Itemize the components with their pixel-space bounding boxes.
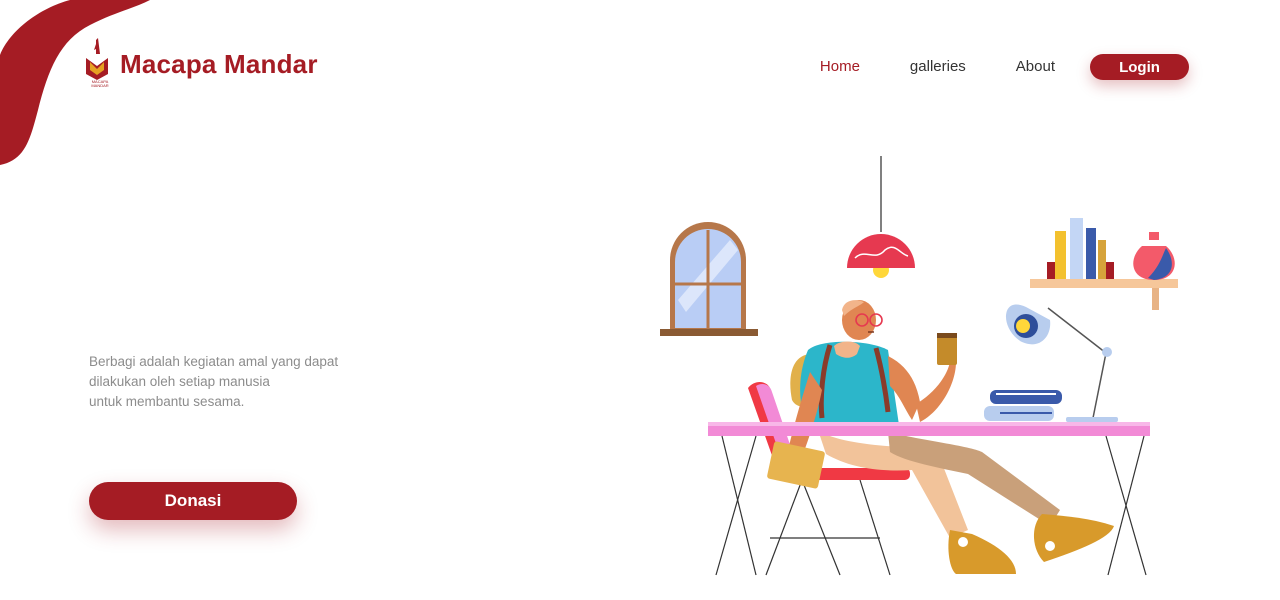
nav-home[interactable]: Home bbox=[820, 54, 860, 80]
hero-line: untuk membantu sesama. bbox=[89, 394, 245, 409]
logo-sub-label: MACAPA MANDAR bbox=[91, 79, 109, 88]
desk-lamp-icon bbox=[1005, 304, 1118, 422]
pendant-lamp-icon bbox=[847, 156, 915, 278]
brand-name: Macapa Mandar bbox=[120, 48, 318, 79]
coffee-cup-icon bbox=[937, 333, 957, 365]
hero-illustration bbox=[660, 156, 1178, 576]
vase-icon bbox=[1133, 232, 1175, 280]
window-icon bbox=[660, 222, 758, 336]
main-nav: Home galleries About Login bbox=[820, 54, 1189, 80]
login-button[interactable]: Login bbox=[1090, 54, 1189, 80]
hero-line: dilakukan oleh setiap manusia bbox=[89, 374, 270, 389]
nav-about[interactable]: About bbox=[1016, 54, 1055, 80]
person-icon bbox=[767, 300, 1114, 574]
nav-galleries[interactable]: galleries bbox=[910, 54, 966, 80]
brand-logo[interactable]: MACAPA MANDAR Macapa Mandar bbox=[84, 36, 318, 92]
logo-icon: MACAPA MANDAR bbox=[84, 36, 110, 92]
hero-line: Berbagi adalah kegiatan amal yang dapat bbox=[89, 354, 339, 369]
hero-description: Berbagi adalah kegiatan amal yang dapat … bbox=[89, 352, 389, 412]
books-icon bbox=[984, 390, 1062, 421]
donate-button[interactable]: Donasi bbox=[89, 482, 297, 520]
